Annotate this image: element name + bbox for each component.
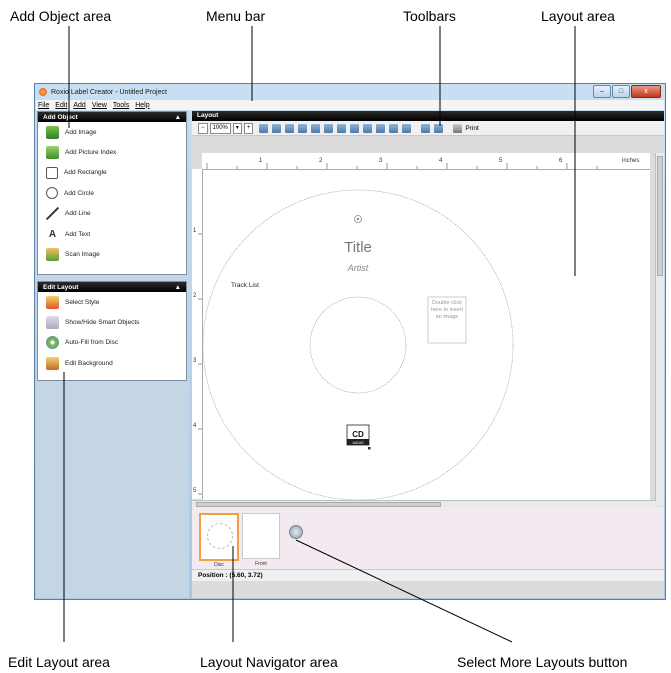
callout-lines [63, 26, 576, 643]
callout-line-more-layouts [295, 539, 513, 643]
